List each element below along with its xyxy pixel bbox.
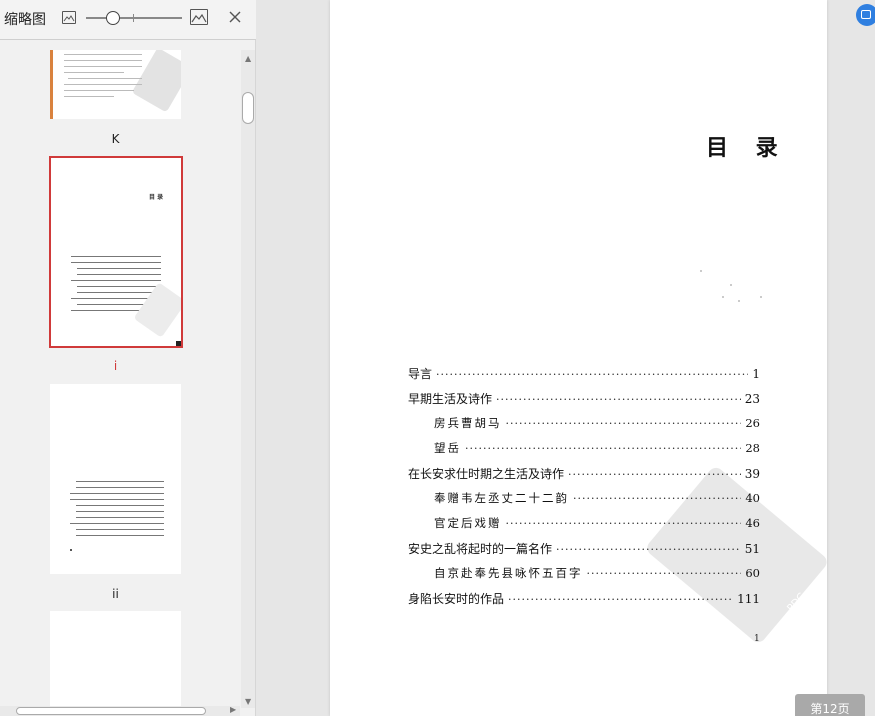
scroll-down-icon[interactable]: ▼ [245,697,251,706]
toc-entry[interactable]: 房兵曹胡马 26 [408,415,760,435]
toc-leader [573,492,741,505]
thumbnail-page-title: 目 录 [149,194,164,201]
toc-entry[interactable]: 身陷长安时的作品 111 [408,590,760,610]
thumbnail-vertical-scrollbar[interactable]: ▲ ▼ [241,50,255,708]
toc-leader [556,543,741,556]
thumbnail-page-ii[interactable] [50,384,181,574]
cover-stripe [50,50,53,119]
window-icon [861,10,871,19]
thumbnail-size-slider[interactable] [86,17,182,19]
thumbnail-toolbar: 缩略图 [0,0,256,40]
slider-handle[interactable] [106,11,120,25]
toc-leader [587,567,742,580]
panel-title: 缩略图 [4,12,46,28]
toc-entry[interactable]: 导言 1 [408,365,760,385]
small-thumbnail-icon[interactable] [62,11,76,24]
page-number: 1 [754,634,760,644]
slider-tick [133,14,134,22]
large-thumbnail-icon[interactable] [190,9,208,25]
page-corner-marker [176,341,181,346]
thumbnail-page-i[interactable]: 目 录 [49,156,183,348]
thumbnail-label-selected: i [113,359,118,373]
scrollbar-handle[interactable] [242,92,254,124]
toc-entry[interactable]: 安史之乱将起时的一篇名作 51 [408,540,760,560]
toc-entry[interactable]: 自京赴奉先县咏怀五百字 60 [408,565,760,585]
scroll-right-icon[interactable]: ▶ [230,705,236,714]
toc-leader [506,517,742,530]
thumbnail-list[interactable]: K 目 录 i ii [0,41,240,707]
toc-entry[interactable]: 在长安求仕时期之生活及诗作 39 [408,465,760,485]
toc-leader [465,442,741,455]
thumbnail-horizontal-scrollbar[interactable]: ▶ [0,705,240,716]
toc-entry[interactable]: 奉赠韦左丞丈二十二韵 40 [408,490,760,510]
page-indicator: 第12页 [795,694,865,716]
toc-leader [568,468,741,481]
toc-leader [508,593,733,606]
toc-leader [506,417,742,430]
floating-tool-button[interactable] [856,4,875,26]
thumbnail-label: ii [112,587,119,601]
thumbnail-stamp [133,282,181,338]
scroll-up-icon[interactable]: ▲ [245,54,251,63]
close-icon[interactable] [226,8,244,26]
toc-entry[interactable]: 望岳 28 [408,440,760,460]
thumbnail-label: K [111,132,120,146]
thumbnail-page-k[interactable] [50,50,181,119]
toc-leader [496,393,741,406]
toc-leader [436,368,748,381]
scrollbar-handle[interactable] [16,707,206,715]
thumbnail-page-next[interactable] [50,611,181,707]
thumbnail-panel: 缩略图 K 目 录 i ii ▲ ▼ ▶ [0,0,256,716]
page-title: 目 录 [706,135,788,161]
toc-entry[interactable]: 官定后戏赠 46 [408,515,760,535]
toc-entry[interactable]: 早期生活及诗作 23 [408,390,760,410]
